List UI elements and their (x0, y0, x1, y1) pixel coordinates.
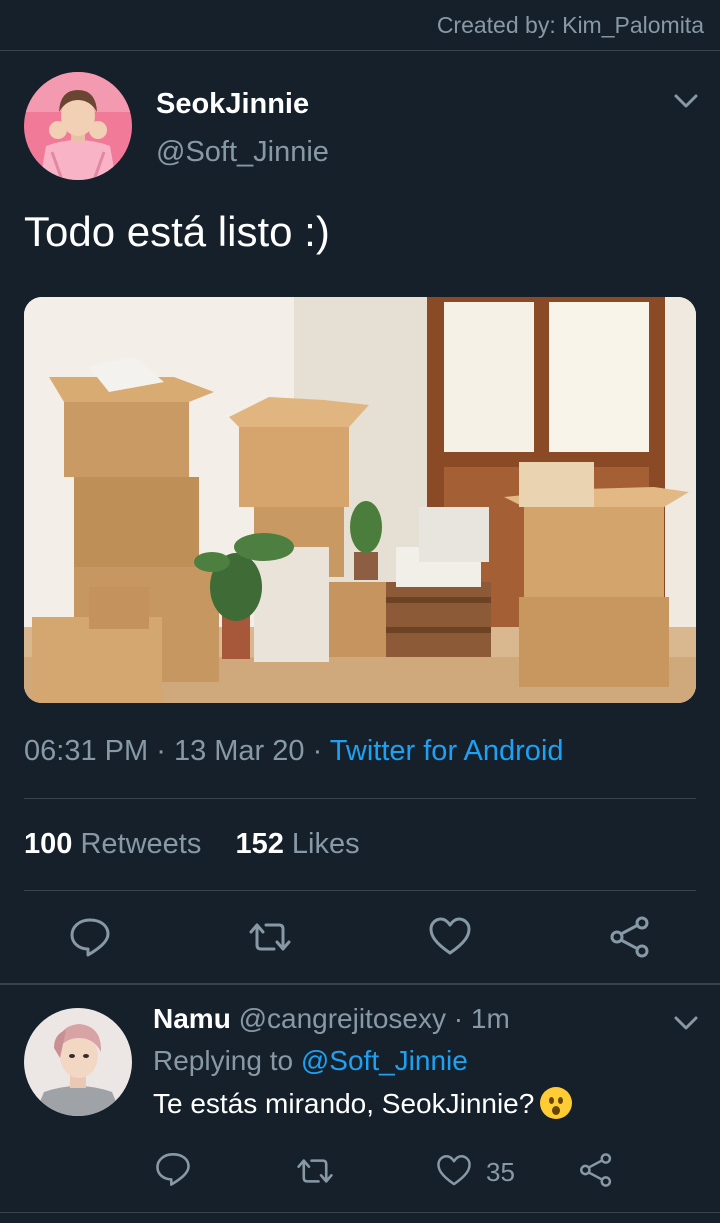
tweet-date: 13 Mar 20 (173, 735, 305, 767)
reply-text-line: Te estás mirando, SeokJinnie? (153, 1087, 693, 1120)
author-avatar[interactable] (24, 72, 132, 180)
reply-like-icon[interactable] (436, 1153, 472, 1189)
section-divider (0, 983, 720, 985)
reply-author-name[interactable]: Namu (153, 1003, 231, 1034)
retweets-count: 100 (24, 828, 73, 860)
tweet-photo[interactable] (24, 297, 696, 703)
likes-label: Likes (291, 828, 360, 860)
reply-retweet-icon[interactable] (296, 1152, 334, 1190)
replying-to-mention[interactable]: @Soft_Jinnie (301, 1045, 468, 1076)
bottom-divider (0, 1212, 720, 1213)
reply-header: Namu @cangrejitosexy · 1m (153, 1003, 693, 1035)
tweet-time: 06:31 PM (24, 735, 149, 767)
share-icon[interactable] (608, 915, 652, 959)
reply-text: Te estás mirando, SeokJinnie? (153, 1088, 535, 1119)
reply-icon[interactable] (68, 915, 112, 959)
tweet-text: Todo está listo :) (24, 208, 330, 255)
author-name[interactable]: SeokJinnie (156, 88, 309, 121)
reply-time: 1m (470, 1003, 510, 1034)
reply-share-icon[interactable] (578, 1152, 614, 1188)
engagement-stats: 100 Retweets 152 Likes (24, 828, 360, 861)
retweets-label: Retweets (80, 828, 202, 860)
chevron-down-icon[interactable] (672, 90, 700, 112)
divider (24, 890, 696, 891)
meta-separator: · (453, 1003, 464, 1034)
meta-separator: · (156, 735, 166, 767)
replying-to-label: Replying to (153, 1045, 294, 1076)
meta-separator: · (312, 735, 323, 767)
reply-reply-icon[interactable] (154, 1150, 192, 1188)
divider (24, 798, 696, 799)
tweet-meta: 06:31 PM · 13 Mar 20 · Twitter for Andro… (24, 735, 564, 768)
replying-to: Replying to @Soft_Jinnie (153, 1045, 693, 1077)
retweet-icon[interactable] (248, 915, 292, 959)
top-bar: Created by: Kim_Palomita (0, 0, 720, 51)
likes-count: 152 (235, 828, 284, 860)
author-handle[interactable]: @Soft_Jinnie (156, 136, 329, 169)
like-icon[interactable] (428, 915, 472, 959)
likes-stat[interactable]: 152 Likes (235, 828, 359, 860)
retweets-stat[interactable]: 100 Retweets (24, 828, 201, 860)
creator-credit: Created by: Kim_Palomita (436, 12, 704, 38)
reply-author-avatar[interactable] (24, 1008, 132, 1116)
reply-tweet[interactable]: Namu @cangrejitosexy · 1m Replying to @S… (153, 1003, 693, 1120)
reply-likes-count: 35 (486, 1157, 515, 1187)
surprised-emoji-icon (540, 1087, 573, 1119)
reply-author-handle[interactable]: @cangrejitosexy (239, 1003, 446, 1034)
tweet-source-link[interactable]: Twitter for Android (330, 735, 564, 767)
